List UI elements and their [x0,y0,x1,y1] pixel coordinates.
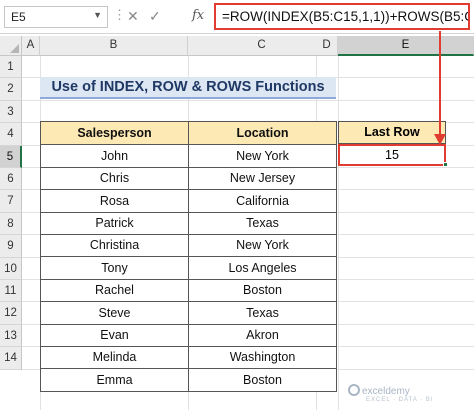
more-icon[interactable]: ⋮ [113,7,126,23]
row-header-14[interactable]: 14 [0,347,22,370]
row-header-11[interactable]: 11 [0,280,22,302]
location-cell[interactable]: Akron [188,324,337,347]
salesperson-cell[interactable]: Rosa [40,189,189,213]
watermark: exceldemy [348,384,410,397]
column-header-d[interactable]: D [316,36,338,56]
salesperson-cell[interactable]: Melinda [40,346,189,369]
enter-icon[interactable]: ✓ [149,8,161,25]
location-cell[interactable]: New York [188,144,337,168]
row-header-5[interactable]: 5 [0,146,22,168]
name-box[interactable]: E5 ▼ [4,6,108,28]
last-row-header[interactable]: Last Row [338,121,446,144]
watermark-tagline: EXCEL · DATA · BI [366,397,434,403]
select-all-icon [10,44,19,53]
salesperson-cell[interactable]: Tony [40,256,189,280]
insert-function-icon[interactable]: fx [192,8,204,23]
location-header[interactable]: Location [188,121,337,145]
column-header-c[interactable]: C [188,36,336,56]
gridline [22,100,474,101]
formula-input[interactable]: =ROW(INDEX(B5:C15,1,1))+ROWS(B5:C15)-1 [214,3,470,30]
location-cell[interactable]: Boston [188,368,337,392]
row-header-8[interactable]: 8 [0,213,22,235]
last-row-value-cell[interactable]: 15 [338,144,446,166]
column-header-b[interactable]: B [40,36,188,56]
select-all-corner[interactable] [0,36,22,56]
salesperson-cell[interactable]: Patrick [40,212,189,235]
location-cell[interactable]: Texas [188,301,337,325]
row-header-4[interactable]: 4 [0,123,22,146]
location-cell[interactable]: New York [188,234,337,257]
name-box-value: E5 [11,10,26,24]
row-header-10[interactable]: 10 [0,258,22,280]
row-header-1[interactable]: 1 [0,56,22,78]
watermark-name: exceldemy [362,386,410,397]
salesperson-cell[interactable]: John [40,144,189,168]
row-header-7[interactable]: 7 [0,190,22,213]
row-header-3[interactable]: 3 [0,101,22,123]
location-cell[interactable]: Boston [188,279,337,302]
row-header-6[interactable]: 6 [0,168,22,190]
formula-bar: E5 ▼ ⋮ ✕ ✓ fx =ROW(INDEX(B5:C15,1,1))+RO… [0,0,474,34]
location-cell[interactable]: Texas [188,212,337,235]
chevron-down-icon[interactable]: ▼ [93,10,102,20]
salesperson-cell[interactable]: Emma [40,368,189,392]
location-cell[interactable]: New Jersey [188,167,337,190]
fill-handle[interactable] [443,162,448,167]
row-header-12[interactable]: 12 [0,302,22,325]
exceldemy-logo-icon [348,384,360,396]
column-header-a[interactable]: A [22,36,40,56]
page-title[interactable]: Use of INDEX, ROW & ROWS Functions [40,77,336,99]
row-header-13[interactable]: 13 [0,325,22,347]
location-cell[interactable]: California [188,189,337,213]
salesperson-cell[interactable]: Chris [40,167,189,190]
salesperson-cell[interactable]: Evan [40,324,189,347]
row-header-9[interactable]: 9 [0,235,22,258]
salesperson-header[interactable]: Salesperson [40,121,189,145]
cancel-icon[interactable]: ✕ [127,8,139,25]
row-header-2[interactable]: 2 [0,78,22,101]
gridline [338,56,339,410]
column-header-e[interactable]: E [338,36,474,56]
location-cell[interactable]: Washington [188,346,337,369]
salesperson-cell[interactable]: Christina [40,234,189,257]
salesperson-cell[interactable]: Rachel [40,279,189,302]
salesperson-cell[interactable]: Steve [40,301,189,325]
location-cell[interactable]: Los Angeles [188,256,337,280]
